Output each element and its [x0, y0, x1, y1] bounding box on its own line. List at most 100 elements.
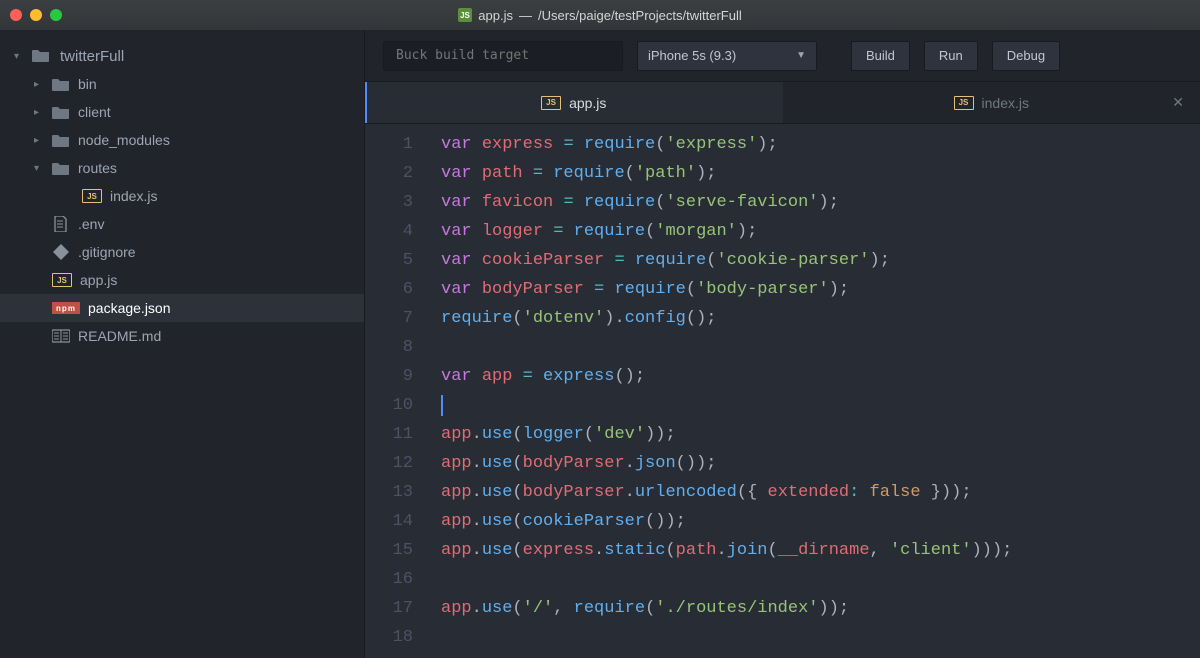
line-number: 4 — [365, 217, 413, 246]
tree-file[interactable]: ▸README.md — [0, 322, 364, 350]
tree-item-label: .env — [78, 216, 104, 232]
code-line[interactable]: var favicon = require('serve-favicon'); — [441, 188, 1200, 217]
tree-file[interactable]: ▸npmpackage.json — [0, 294, 364, 322]
folder-icon — [52, 104, 70, 120]
code-line[interactable] — [441, 391, 1200, 420]
tree-file[interactable]: ▸.gitignore — [0, 238, 364, 266]
toolbar: iPhone 5s (9.3) ▼ Build Run Debug — [365, 30, 1200, 82]
code-line[interactable]: app.use(logger('dev')); — [441, 420, 1200, 449]
tree-root-label: twitterFull — [60, 48, 124, 65]
window-title: JS app.js — /Users/paige/testProjects/tw… — [0, 8, 1200, 23]
js-file-icon: JS — [954, 96, 974, 110]
tree-folder[interactable]: ▸client — [0, 98, 364, 126]
line-number: 15 — [365, 536, 413, 565]
disclosure-triangle-icon[interactable]: ▸ — [34, 135, 44, 146]
disclosure-triangle-icon[interactable]: ▸ — [34, 79, 44, 90]
window-controls — [10, 9, 62, 21]
close-window-button[interactable] — [10, 9, 22, 21]
code-line[interactable]: var path = require('path'); — [441, 159, 1200, 188]
debug-button-label: Debug — [1007, 48, 1045, 63]
title-filename: app.js — [478, 8, 513, 23]
line-number: 14 — [365, 507, 413, 536]
line-number: 18 — [365, 623, 413, 652]
disclosure-triangle-icon[interactable]: ▾ — [14, 51, 24, 62]
code-editor[interactable]: 123456789101112131415161718 var express … — [365, 124, 1200, 658]
tab-bar: JS app.js JS index.js ✕ — [365, 82, 1200, 124]
line-number: 1 — [365, 130, 413, 159]
code-line[interactable]: var logger = require('morgan'); — [441, 217, 1200, 246]
title-path: /Users/paige/testProjects/twitterFull — [538, 8, 742, 23]
titlebar: JS app.js — /Users/paige/testProjects/tw… — [0, 0, 1200, 30]
svg-text:JS: JS — [460, 11, 470, 20]
line-number: 2 — [365, 159, 413, 188]
tree-item-label: index.js — [110, 188, 157, 204]
work-area: iPhone 5s (9.3) ▼ Build Run Debug JS app.… — [365, 30, 1200, 658]
folder-icon — [32, 48, 52, 64]
tree-folder[interactable]: ▾routes — [0, 154, 364, 182]
env-file-icon — [52, 216, 70, 232]
line-number: 16 — [365, 565, 413, 594]
code-line[interactable]: require('dotenv').config(); — [441, 304, 1200, 333]
buck-build-target-input[interactable] — [383, 41, 623, 71]
line-number: 5 — [365, 246, 413, 275]
line-number: 10 — [365, 391, 413, 420]
js-file-icon: JS — [458, 8, 472, 22]
tree-file[interactable]: ▸.env — [0, 210, 364, 238]
code-line[interactable]: app.use('/', require('./routes/index')); — [441, 594, 1200, 623]
tree-root[interactable]: ▾ twitterFull — [0, 42, 364, 70]
line-number: 13 — [365, 478, 413, 507]
code-line[interactable]: app.use(bodyParser.urlencoded({ extended… — [441, 478, 1200, 507]
tree-item-label: node_modules — [78, 132, 170, 148]
code-line[interactable]: app.use(express.static(path.join(__dirna… — [441, 536, 1200, 565]
run-button[interactable]: Run — [924, 41, 978, 71]
line-number-gutter: 123456789101112131415161718 — [365, 130, 427, 658]
maximize-window-button[interactable] — [50, 9, 62, 21]
debug-button[interactable]: Debug — [992, 41, 1060, 71]
line-number: 11 — [365, 420, 413, 449]
folder-icon — [52, 76, 70, 92]
disclosure-triangle-icon[interactable]: ▾ — [34, 163, 44, 174]
code-line[interactable]: app.use(bodyParser.json()); — [441, 449, 1200, 478]
code-line[interactable] — [441, 333, 1200, 362]
tab-label: index.js — [982, 95, 1029, 111]
line-number: 7 — [365, 304, 413, 333]
tree-folder[interactable]: ▸ bin — [0, 70, 364, 98]
file-tree-sidebar[interactable]: ▾twitterFull▸bin▸client▸node_modules▾rou… — [0, 30, 365, 658]
js-file-icon: JS — [82, 189, 102, 203]
device-selector-label: iPhone 5s (9.3) — [648, 48, 736, 63]
run-button-label: Run — [939, 48, 963, 63]
tree-folder[interactable]: ▸ node_modules — [0, 126, 364, 154]
device-selector[interactable]: iPhone 5s (9.3) ▼ — [637, 41, 817, 71]
code-line[interactable]: var bodyParser = require('body-parser'); — [441, 275, 1200, 304]
code-line[interactable] — [441, 623, 1200, 652]
readme-file-icon — [52, 328, 70, 344]
code-line[interactable]: var cookieParser = require('cookie-parse… — [441, 246, 1200, 275]
line-number: 12 — [365, 449, 413, 478]
gitignore-file-icon — [52, 244, 70, 260]
js-file-icon: JS — [52, 273, 72, 287]
tree-item-label: README.md — [78, 328, 161, 344]
editor-tab[interactable]: JS app.js — [365, 82, 783, 123]
line-number: 17 — [365, 594, 413, 623]
js-file-icon: JS — [541, 96, 561, 110]
code-line[interactable]: var express = require('express'); — [441, 130, 1200, 159]
code-line[interactable]: var app = express(); — [441, 362, 1200, 391]
line-number: 6 — [365, 275, 413, 304]
chevron-down-icon: ▼ — [796, 50, 806, 61]
tree-file[interactable]: ▸JSapp.js — [0, 266, 364, 294]
tree-item-label: package.json — [88, 300, 171, 316]
disclosure-triangle-icon[interactable]: ▸ — [34, 107, 44, 118]
tree-item-label: .gitignore — [78, 244, 136, 260]
tab-label: app.js — [569, 95, 606, 111]
close-tab-icon[interactable]: ✕ — [1172, 94, 1184, 111]
editor-tab[interactable]: JS index.js ✕ — [783, 82, 1200, 123]
code-line[interactable] — [441, 565, 1200, 594]
code-line[interactable]: app.use(cookieParser()); — [441, 507, 1200, 536]
folder-icon — [52, 132, 70, 148]
tree-file[interactable]: ▸JSindex.js — [0, 182, 364, 210]
tree-item-label: bin — [78, 76, 97, 92]
line-number: 3 — [365, 188, 413, 217]
code-area[interactable]: var express = require('express');var pat… — [427, 130, 1200, 658]
build-button[interactable]: Build — [851, 41, 910, 71]
minimize-window-button[interactable] — [30, 9, 42, 21]
